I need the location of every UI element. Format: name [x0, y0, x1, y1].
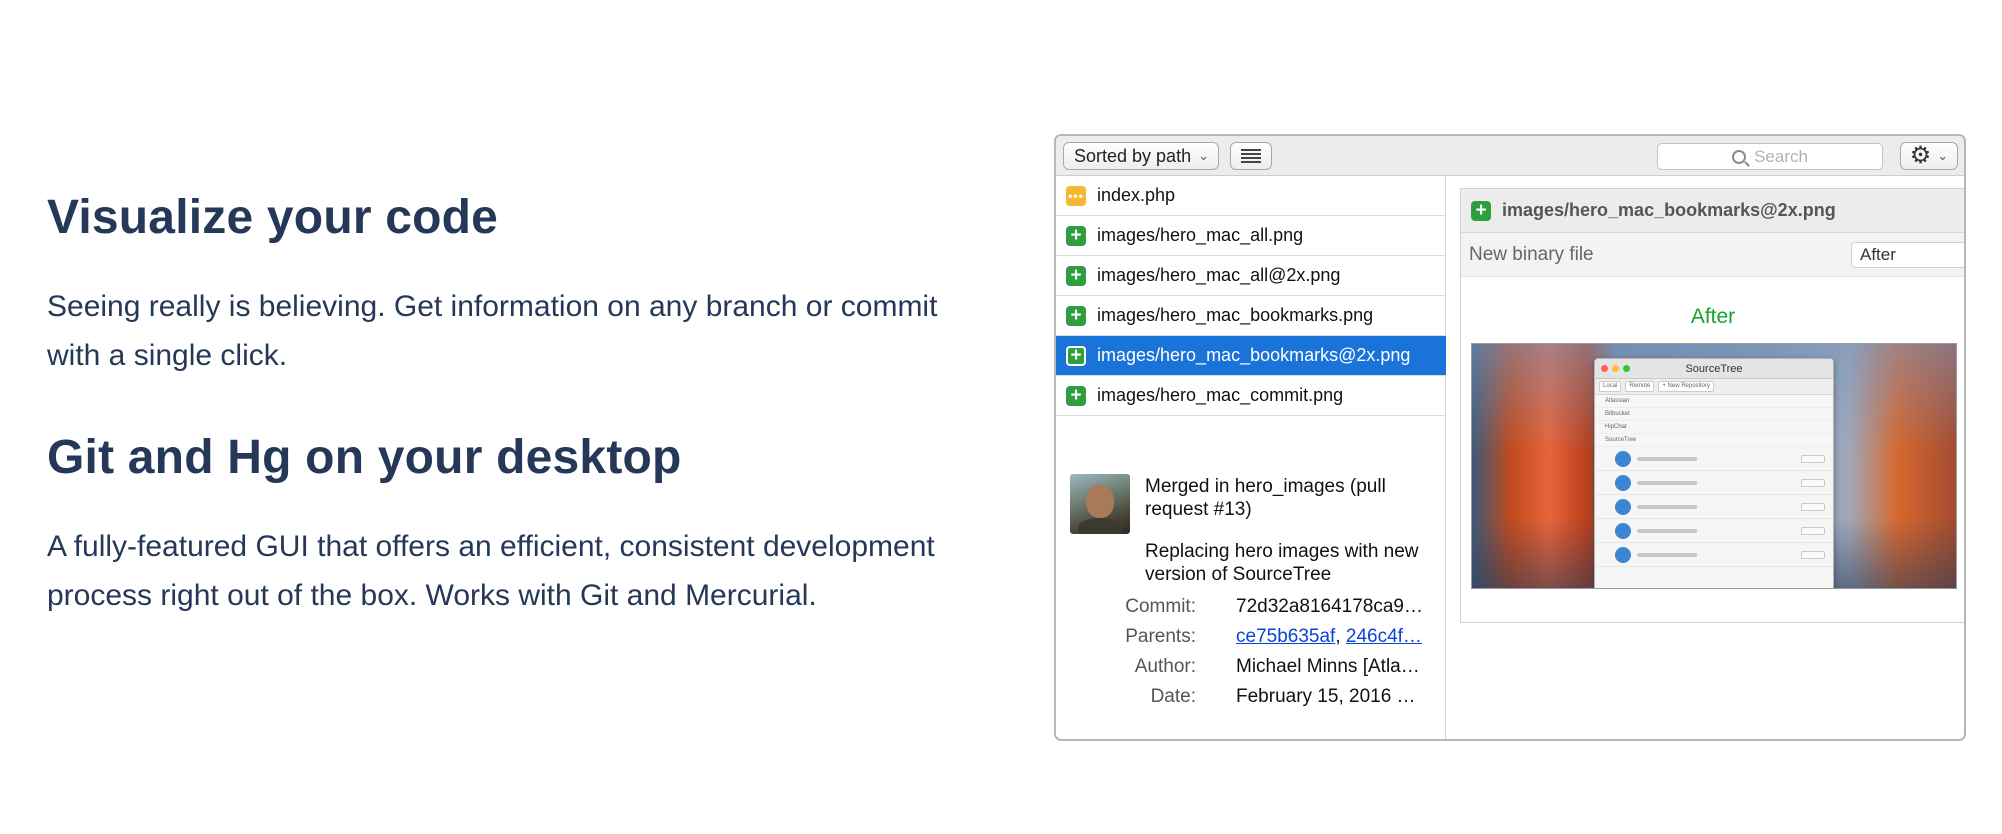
date-value: February 15, 2016 …	[1236, 686, 1416, 707]
feature-title-visualize: Visualize your code	[47, 191, 499, 244]
chevron-down-icon: ⌄	[1198, 148, 1209, 163]
image-preview: SourceTree Local Remote + New Repository…	[1471, 343, 1957, 589]
parent-separator: ,	[1335, 626, 1341, 647]
parent-link-1[interactable]: ce75b635af	[1236, 626, 1335, 647]
after-title: After	[1690, 305, 1736, 328]
file-name: images/hero_mac_commit.png	[1097, 385, 1344, 405]
diff-file-name: images/hero_mac_bookmarks@2x.png	[1502, 200, 1836, 220]
added-icon: +	[1066, 305, 1086, 326]
added-icon: +	[1471, 200, 1491, 221]
parents-values: ce75b635af, 246c4f…	[1236, 626, 1432, 648]
added-icon: +	[1066, 345, 1086, 366]
file-row-index-php[interactable]: ••• index.php	[1056, 176, 1446, 216]
avatar	[1070, 474, 1130, 534]
author-value: Michael Minns [Atla…	[1236, 656, 1420, 677]
added-icon: +	[1066, 385, 1086, 406]
file-name: images/hero_mac_bookmarks@2x.png	[1097, 345, 1411, 365]
file-row-hero-mac-bookmarks-2x[interactable]: + images/hero_mac_bookmarks@2x.png	[1056, 336, 1446, 376]
search-icon	[1732, 149, 1747, 164]
commit-hash-field: Commit: 72d32a8164178ca9…	[1056, 596, 1446, 626]
diff-header: + images/hero_mac_bookmarks@2x.png	[1461, 189, 1964, 233]
parents-field: Parents: ce75b635af, 246c4f…	[1056, 626, 1446, 656]
file-name: index.php	[1097, 185, 1176, 205]
file-name: images/hero_mac_all@2x.png	[1097, 265, 1341, 285]
preview-repo-row	[1595, 519, 1833, 543]
file-list: ••• index.php + images/hero_mac_all.png …	[1056, 176, 1446, 739]
preview-repo-row	[1595, 543, 1833, 567]
parent-link-2[interactable]: 246c4f…	[1346, 626, 1422, 647]
file-row-hero-mac-all[interactable]: + images/hero_mac_all.png	[1056, 216, 1446, 256]
commit-description: Replacing hero images with new version o…	[1145, 541, 1419, 585]
preview-app-window: SourceTree Local Remote + New Repository…	[1594, 358, 1834, 588]
search-placeholder: Search	[1754, 146, 1808, 166]
window-controls	[1601, 365, 1630, 372]
feature-body-visualize: Seeing really is believing. Get informat…	[47, 290, 938, 372]
file-name: images/hero_mac_all.png	[1097, 225, 1304, 245]
chevron-down-icon: ⌄	[1937, 148, 1949, 163]
commit-label: Commit:	[1125, 596, 1196, 617]
added-icon: +	[1066, 265, 1086, 286]
date-field: Date: February 15, 2016 …	[1056, 686, 1446, 716]
list-view-button[interactable]	[1230, 142, 1272, 170]
gear-icon: ⚙	[1909, 142, 1932, 169]
preview-repo-row	[1595, 471, 1833, 495]
feature-title-desktop: Git and Hg on your desktop	[47, 431, 682, 484]
toolbar: Sorted by path ⌄ Search ⚙ ⌄	[1056, 136, 1964, 176]
commit-summary: Merged in hero_images (pull request #13)	[1145, 476, 1386, 520]
feature-body-desktop: A fully-featured GUI that offers an effi…	[47, 530, 935, 612]
author-field: Author: Michael Minns [Atla…	[1056, 656, 1446, 686]
search-input[interactable]: Search	[1657, 143, 1883, 170]
sort-label: Sorted by path	[1074, 145, 1192, 166]
commit-hash: 72d32a8164178ca9…	[1236, 596, 1424, 617]
view-select[interactable]: After	[1851, 242, 1964, 268]
list-view-icon	[1241, 149, 1261, 163]
added-icon: +	[1066, 225, 1086, 246]
preview-tabs: Local Remote + New Repository	[1595, 379, 1833, 395]
diff-pane: + images/hero_mac_bookmarks@2x.png New b…	[1460, 188, 1964, 623]
date-label: Date:	[1150, 686, 1196, 707]
preview-repo-row	[1595, 447, 1833, 471]
modified-icon: •••	[1066, 185, 1086, 206]
file-row-hero-mac-bookmarks[interactable]: + images/hero_mac_bookmarks.png	[1056, 296, 1446, 336]
binary-file-label: New binary file	[1469, 244, 1594, 265]
preview-title: SourceTree	[1595, 359, 1833, 379]
sourcetree-window: Sorted by path ⌄ Search ⚙ ⌄ ••• index.ph…	[1054, 134, 1966, 741]
file-row-hero-mac-all-2x[interactable]: + images/hero_mac_all@2x.png	[1056, 256, 1446, 296]
preview-repo-row	[1595, 495, 1833, 519]
settings-button[interactable]: ⚙ ⌄	[1900, 142, 1958, 170]
sort-dropdown[interactable]: Sorted by path ⌄	[1063, 142, 1219, 170]
file-row-hero-mac-commit[interactable]: + images/hero_mac_commit.png	[1056, 376, 1446, 416]
author-label: Author:	[1134, 656, 1196, 677]
file-name: images/hero_mac_bookmarks.png	[1097, 305, 1374, 325]
diff-subheader: New binary file After	[1461, 233, 1964, 277]
parents-label: Parents:	[1125, 626, 1196, 647]
